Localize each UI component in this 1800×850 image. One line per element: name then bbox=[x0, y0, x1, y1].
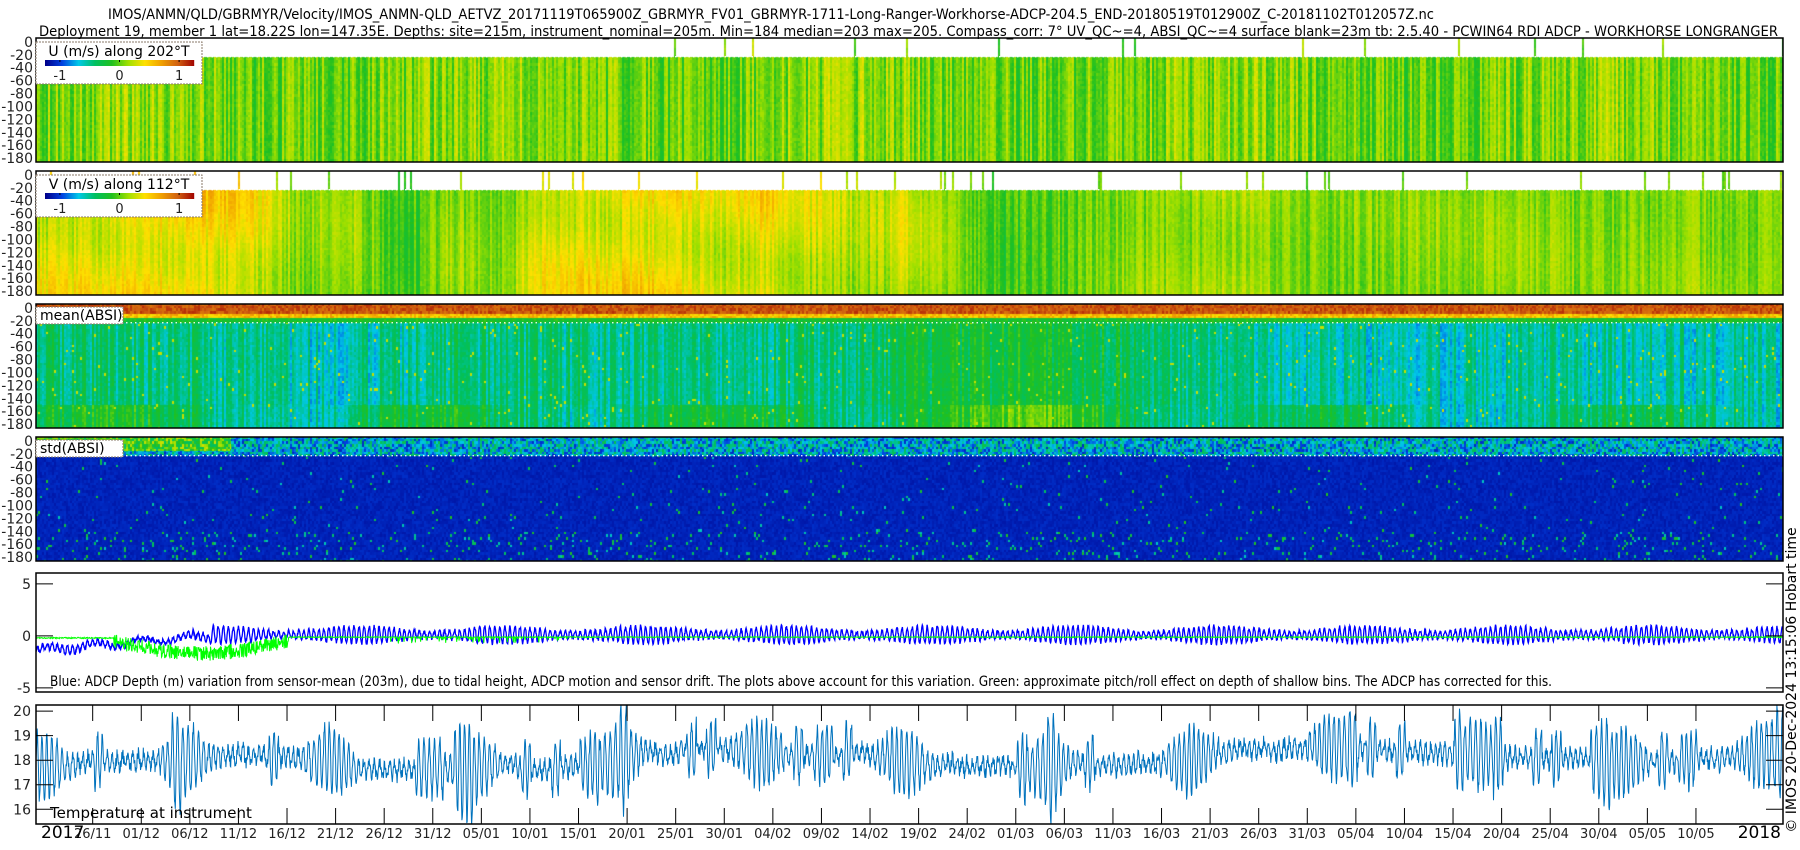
x-tick-label: 31/12 bbox=[414, 827, 451, 842]
x-tick-label: 19/02 bbox=[900, 827, 937, 842]
x-tick-label: 09/02 bbox=[803, 827, 840, 842]
x-axis-end-year: 2018 bbox=[1738, 823, 1781, 843]
std-absi-legend: std(ABSI) bbox=[35, 439, 124, 458]
colorbar-tick-label: 1 bbox=[175, 202, 183, 217]
y-tick-label: -180 bbox=[1, 284, 33, 300]
axes-layer: 0-20-40-60-80-100-120-140-160-1800-20-40… bbox=[1, 35, 1784, 842]
x-tick-label: 11/12 bbox=[220, 827, 257, 842]
x-tick-label: 14/02 bbox=[851, 827, 888, 842]
y-tick-label: 19 bbox=[13, 729, 31, 745]
panel-frame bbox=[35, 704, 1784, 825]
x-tick-label: 30/04 bbox=[1580, 827, 1617, 842]
colorbar-tick-label: -1 bbox=[53, 202, 66, 217]
y-tick-label: 18 bbox=[13, 753, 31, 769]
y-tick-label: -180 bbox=[1, 417, 33, 433]
x-tick-label: 20/01 bbox=[608, 827, 645, 842]
x-tick-label: 01/12 bbox=[123, 827, 160, 842]
colorbar-tick-label: 0 bbox=[115, 202, 123, 217]
x-tick-label: 30/01 bbox=[706, 827, 743, 842]
x-tick-label: 25/01 bbox=[657, 827, 694, 842]
v-legend: V (m/s) along 112°T -1 0 1 bbox=[35, 174, 203, 218]
depth-panel-caption: Blue: ADCP Depth (m) variation from sens… bbox=[50, 674, 1552, 690]
colorbar-tick-label: -1 bbox=[53, 69, 66, 84]
temperature-panel-label: Temperature at instrument bbox=[49, 804, 252, 822]
x-tick-label: 05/04 bbox=[1337, 827, 1374, 842]
x-tick-label: 05/01 bbox=[463, 827, 500, 842]
x-tick-label: 24/02 bbox=[948, 827, 985, 842]
y-tick-label: 5 bbox=[22, 577, 31, 593]
mean-absi-legend-label: mean(ABSI) bbox=[40, 308, 123, 324]
y-tick-label: -180 bbox=[1, 550, 33, 566]
title-line-1: IMOS/ANMN/QLD/GBRMYR/Velocity/IMOS_ANMN-… bbox=[108, 7, 1434, 23]
x-tick-label: 05/05 bbox=[1629, 827, 1666, 842]
x-tick-label: 25/04 bbox=[1531, 827, 1568, 842]
std-absi-legend-label: std(ABSI) bbox=[40, 441, 105, 457]
x-tick-label: 20/04 bbox=[1483, 827, 1520, 842]
adcp-figure: IMOS/ANMN/QLD/GBRMYR/Velocity/IMOS_ANMN-… bbox=[0, 0, 1800, 850]
x-tick-label: 11/03 bbox=[1094, 827, 1131, 842]
temperature-series bbox=[36, 705, 1783, 824]
x-axis-start-year: 2017 bbox=[41, 823, 84, 843]
y-tick-label: -180 bbox=[1, 151, 33, 167]
colorbar-segment bbox=[193, 193, 195, 199]
adcp-depth-series bbox=[36, 622, 1783, 656]
x-tick-label: 15/01 bbox=[560, 827, 597, 842]
colorbar-tick-label: 0 bbox=[115, 69, 123, 84]
u-legend-label: U (m/s) along 202°T bbox=[48, 44, 190, 60]
y-tick-label: 20 bbox=[13, 704, 31, 720]
y-tick-label: 17 bbox=[13, 778, 31, 794]
v-legend-label: V (m/s) along 112°T bbox=[49, 177, 190, 193]
x-tick-label: 16/03 bbox=[1143, 827, 1180, 842]
u-legend: U (m/s) along 202°T -1 0 1 bbox=[35, 41, 203, 85]
x-tick-label: 06/12 bbox=[171, 827, 208, 842]
x-tick-label: 26/03 bbox=[1240, 827, 1277, 842]
x-tick-label: 21/12 bbox=[317, 827, 354, 842]
colorbar-tick-label: 1 bbox=[175, 69, 183, 84]
x-tick-label: 21/03 bbox=[1191, 827, 1228, 842]
legends-layer: U (m/s) along 202°T -1 0 1 V (m/s) along 1… bbox=[35, 41, 203, 458]
x-tick-label: 10/01 bbox=[511, 827, 548, 842]
x-tick-label: 10/04 bbox=[1386, 827, 1423, 842]
x-tick-label: 06/03 bbox=[1046, 827, 1083, 842]
y-tick-label: -5 bbox=[17, 681, 31, 697]
y-tick-label: 0 bbox=[22, 629, 31, 645]
y-tick-label: 16 bbox=[13, 802, 31, 818]
x-tick-label: 04/02 bbox=[754, 827, 791, 842]
x-tick-label: 16/12 bbox=[268, 827, 305, 842]
mean-absi-legend: mean(ABSI) bbox=[35, 306, 124, 325]
colorbar-segment bbox=[193, 60, 195, 66]
x-tick-label: 01/03 bbox=[997, 827, 1034, 842]
credit-text: © IMOS 20-Dec-2024 13:15:06 Hobart time bbox=[1784, 527, 1800, 832]
x-tick-label: 31/03 bbox=[1289, 827, 1326, 842]
x-tick-label: 10/05 bbox=[1677, 827, 1714, 842]
x-tick-label: 26/12 bbox=[365, 827, 402, 842]
figure-overlay: IMOS/ANMN/QLD/GBRMYR/Velocity/IMOS_ANMN-… bbox=[1, 7, 1800, 843]
x-tick-label: 15/04 bbox=[1434, 827, 1471, 842]
